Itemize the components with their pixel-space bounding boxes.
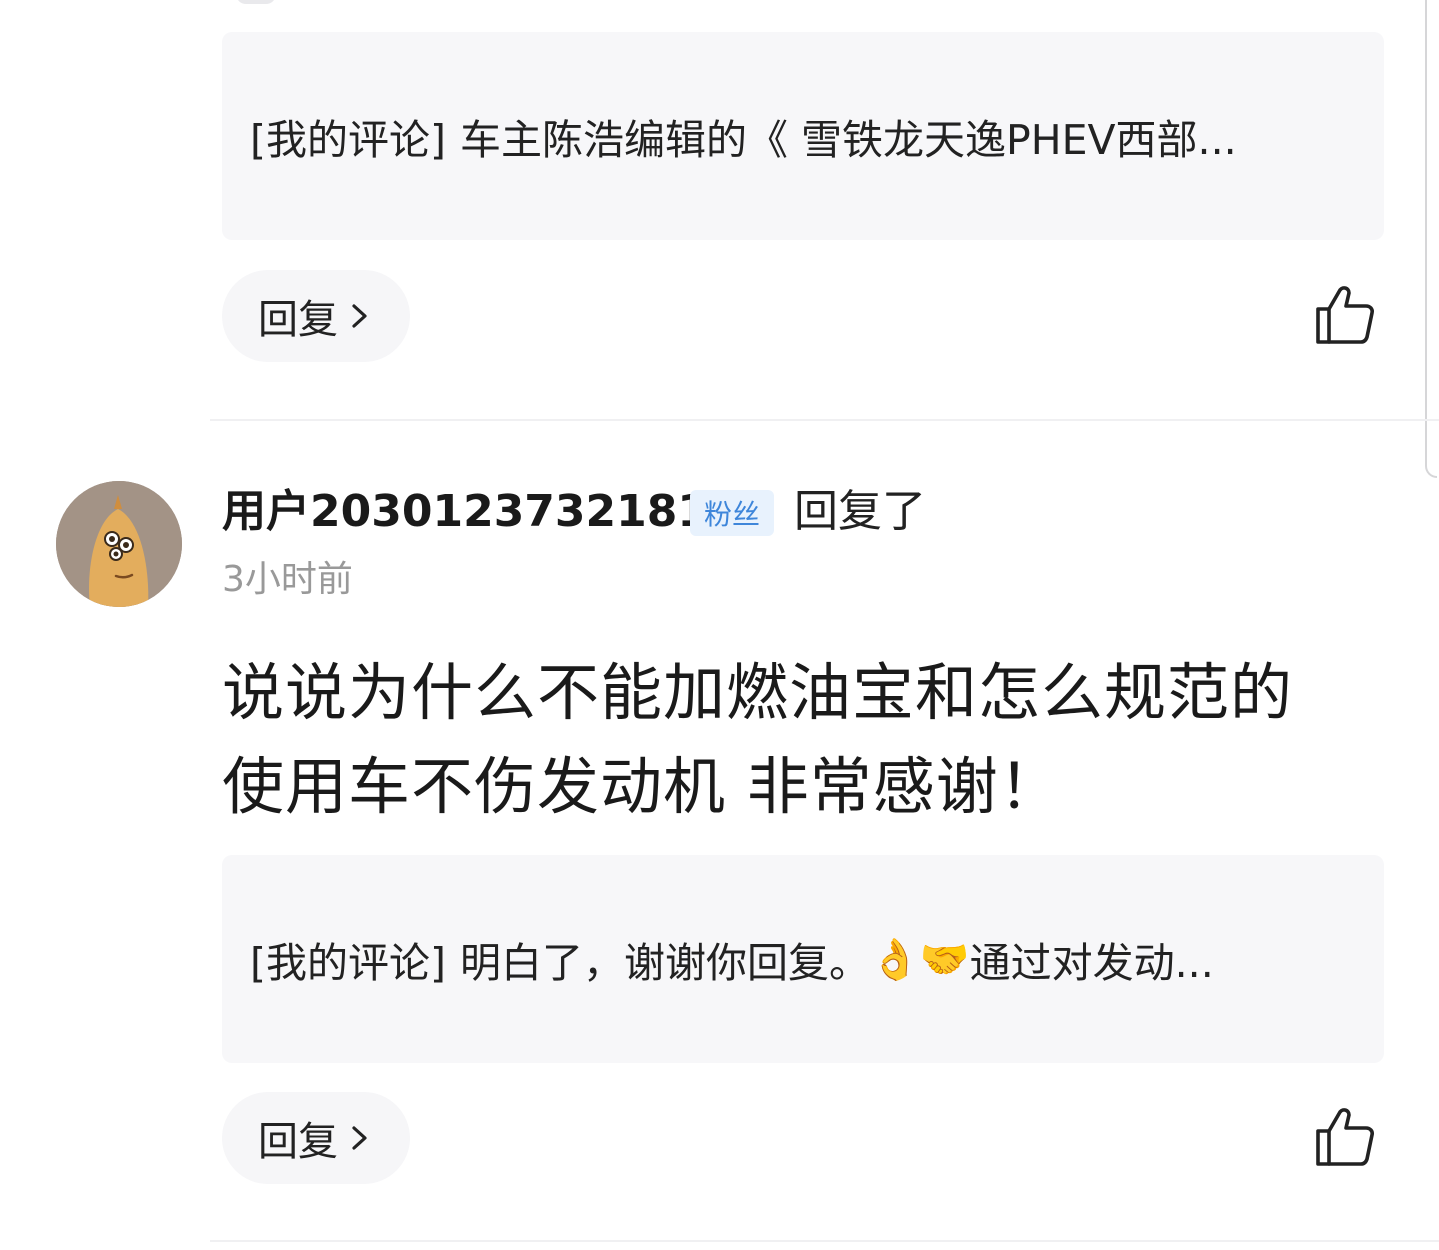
timestamp: 3小时前: [222, 559, 353, 600]
comment-body: 说说为什么不能加燃油宝和怎么规范的 使用车不伤发动机 非常感谢！: [222, 646, 1362, 834]
thumbs-up-icon[interactable]: [1312, 1104, 1376, 1168]
username[interactable]: 用户2030123732181: [222, 484, 708, 540]
quote-text: 车主陈浩编辑的《 雪铁龙天逸PHEV西部...: [460, 116, 1237, 164]
comment-body-line: 说说为什么不能加燃油宝和怎么规范的: [222, 656, 1294, 729]
comment-body-line: 使用车不伤发动机 非常感谢！: [222, 750, 1062, 823]
scrollbar[interactable]: [1425, 0, 1437, 478]
quote-prefix: [我的评论]: [250, 116, 446, 164]
handshake-emoji: 🤝: [919, 936, 970, 983]
chevron-right-icon: [352, 304, 367, 328]
action-text: 回复了: [794, 486, 926, 537]
previous-item-edge: [236, 0, 276, 4]
reply-button[interactable]: 回复: [222, 270, 410, 362]
thumbs-up-icon[interactable]: [1312, 282, 1376, 346]
chevron-right-icon: [352, 1126, 367, 1150]
reply-label: 回复: [258, 1119, 338, 1165]
quote-text: 明白了，谢谢你回复。: [460, 939, 870, 987]
comment-divider: [210, 1240, 1439, 1242]
ok-hand-emoji: 👌: [870, 936, 920, 983]
quote-prefix: [我的评论]: [250, 939, 446, 987]
avatar[interactable]: [56, 481, 182, 607]
avatar-cartoon-icon: [56, 481, 182, 607]
fan-badge: 粉丝: [690, 490, 774, 536]
comment-divider: [210, 419, 1439, 421]
reply-label: 回复: [258, 297, 338, 343]
quoted-comment-box[interactable]: [我的评论] 车主陈浩编辑的《 雪铁龙天逸PHEV西部...: [222, 32, 1384, 240]
quote-text-continued: 通过对发动...: [969, 939, 1214, 987]
quoted-comment-box[interactable]: [我的评论] 明白了，谢谢你回复。 👌 🤝 通过对发动...: [222, 855, 1384, 1063]
reply-button[interactable]: 回复: [222, 1092, 410, 1184]
